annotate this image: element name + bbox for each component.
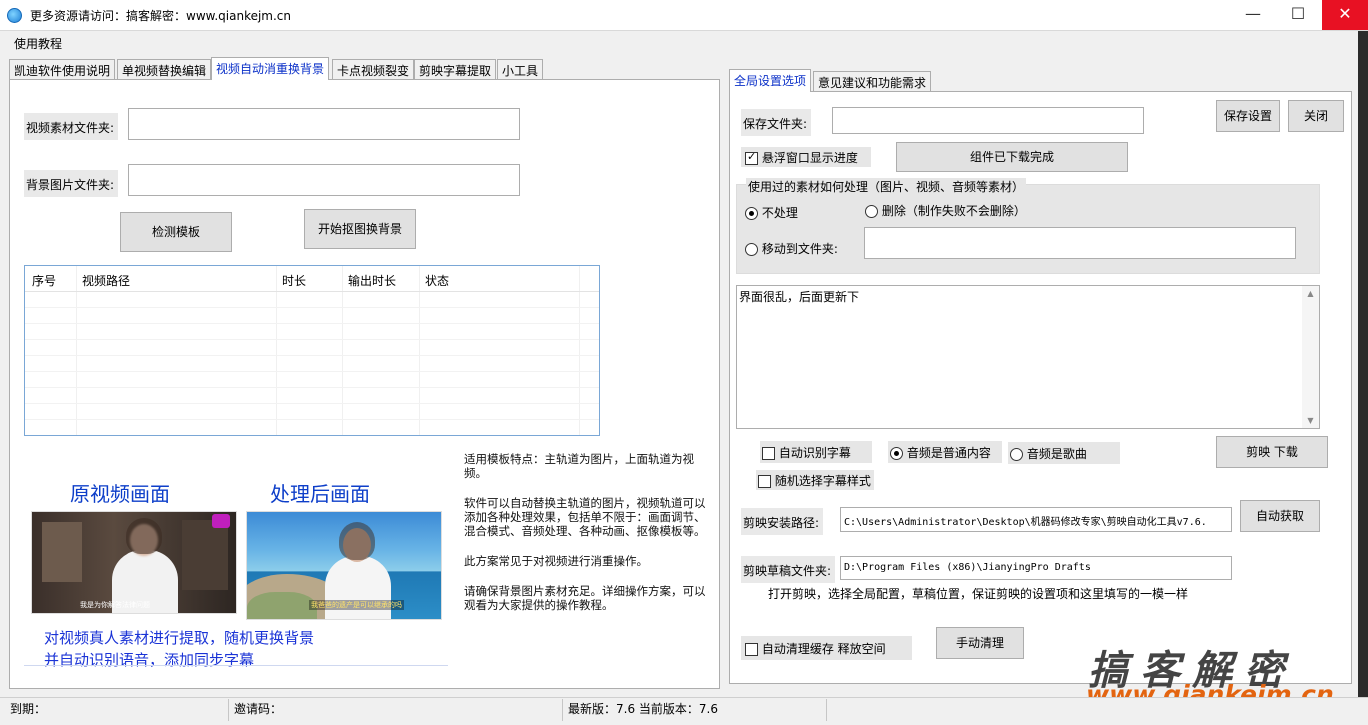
desc-line-1: 适用模板特点：主轨道为图片，上面轨道为视频。	[464, 452, 694, 480]
desc-line-4: 请确保背景图片素材充足。详细操作方案，可以观看为大家提供的操作教程。	[464, 584, 706, 612]
preview-illustration: 原视频画面 处理后画面 我是为你解答法律问题 我爸爸的遗产是可以继承的吗 对视频…	[24, 453, 448, 669]
grid-header-duration: 时长	[282, 274, 307, 288]
auto-subtitle-checkbox[interactable]: 自动识别字幕	[760, 441, 872, 463]
original-title: 原视频画面	[70, 482, 170, 506]
status-invite-code: 邀请码：	[234, 702, 283, 716]
random-subtitle-style-checkbox[interactable]: 随机选择字幕样式	[756, 470, 874, 490]
audio-normal-label: 音频是普通内容	[906, 446, 991, 460]
floating-progress-check[interactable]	[745, 150, 758, 165]
install-path-label: 剪映安装路径:	[741, 508, 824, 535]
tab-kaidi-guide[interactable]: 凯迪软件使用说明	[9, 59, 116, 80]
opt-no-action-label: 不处理	[761, 206, 798, 220]
video-folder-input[interactable]	[128, 108, 520, 140]
notes-text: 界面很乱，后面更新下	[739, 290, 860, 304]
jianying-config-hint: 打开剪映，选择全局配置，草稿位置，保证剪映的设置项和这里填写的一模一样	[768, 587, 1189, 601]
auto-clean-cache-label: 自动清理缓存 释放空间	[761, 642, 886, 656]
tab-global-settings[interactable]: 全局设置选项	[729, 69, 812, 92]
random-subtitle-style-label: 随机选择字幕样式	[774, 474, 871, 488]
maximize-button[interactable]: ☐	[1276, 0, 1320, 30]
audio-song-radio[interactable]	[1010, 448, 1023, 461]
menu-help[interactable]: 使用教程	[14, 35, 62, 52]
opt-delete-radio[interactable]	[865, 205, 878, 218]
scroll-up-icon[interactable]: ▲	[1302, 289, 1319, 298]
app-icon	[7, 8, 22, 23]
auto-subtitle-check[interactable]	[762, 447, 775, 460]
auto-clean-cache-check[interactable]	[745, 643, 758, 656]
random-subtitle-style-check[interactable]	[758, 475, 771, 488]
opt-move[interactable]: 移动到文件夹:	[745, 240, 838, 257]
audio-normal-option[interactable]: 音频是普通内容	[888, 441, 1002, 463]
opt-no-action-radio[interactable]	[745, 207, 758, 220]
move-folder-input[interactable]	[864, 227, 1296, 259]
window-edge-strip	[1358, 31, 1368, 697]
auto-subtitle-label: 自动识别字幕	[778, 446, 851, 460]
notes-scrollbar[interactable]: ▲ ▼	[1302, 286, 1319, 428]
window-title: 更多资源请访问：搞客解密：www.qiankejm.cn	[30, 9, 292, 23]
notes-textarea[interactable]: 界面很乱，后面更新下 ▲ ▼	[736, 285, 1320, 429]
audio-song-label: 音频是歌曲	[1026, 447, 1087, 461]
audio-normal-radio[interactable]	[890, 447, 903, 460]
tab-beat-video-split[interactable]: 卡点视频裂变	[332, 59, 415, 80]
draft-folder-input[interactable]: D:\Program Files (x86)\JianyingPro Draft…	[840, 556, 1232, 580]
bg-folder-input[interactable]	[128, 164, 520, 196]
grid-header-path: 视频路径	[82, 274, 131, 288]
opt-move-label: 移动到文件夹:	[761, 242, 838, 256]
desc-line-3: 此方案常见于对视频进行消重操作。	[464, 554, 648, 568]
minimize-button[interactable]: —	[1231, 0, 1275, 30]
floating-progress-label: 悬浮窗口显示进度	[761, 151, 858, 165]
close-settings-button[interactable]: 关闭	[1288, 100, 1344, 132]
template-description: 适用模板特点：主轨道为图片，上面轨道为视频。 软件可以自动替换主轨道的图片，视频…	[464, 452, 706, 612]
desc-line-2: 软件可以自动替换主轨道的图片，视频轨道可以添加各种处理效果，包括单不限于：画面调…	[464, 496, 706, 538]
original-frame: 我是为你解答法律问题	[31, 511, 237, 614]
install-path-input[interactable]: C:\Users\Administrator\Desktop\机器码修改专家\剪…	[840, 507, 1232, 532]
material-handling-title: 使用过的素材如何处理（图片、视频、音频等素材）	[746, 178, 1027, 195]
auto-get-button[interactable]: 自动获取	[1240, 500, 1320, 532]
original-subtitle: 我是为你解答法律问题	[80, 601, 150, 609]
video-grid[interactable]: 序号 视频路径 时长 输出时长 状态	[24, 265, 600, 436]
grid-header-status: 状态	[425, 274, 450, 288]
opt-no-action[interactable]: 不处理	[745, 204, 798, 221]
close-button[interactable]: ✕	[1322, 0, 1368, 30]
start-matting-button[interactable]: 开始抠图换背景	[304, 209, 416, 249]
opt-move-radio[interactable]	[745, 243, 758, 256]
bg-folder-label: 背景图片文件夹:	[24, 170, 119, 197]
audio-song-option[interactable]: 音频是歌曲	[1008, 442, 1120, 464]
processed-frame: 我爸爸的遗产是可以继承的吗	[246, 511, 442, 620]
tab-jianying-subtitle-extract[interactable]: 剪映字幕提取	[414, 59, 497, 80]
detect-template-button[interactable]: 检测模板	[120, 212, 232, 252]
status-expiry: 到期：	[10, 702, 47, 716]
tab-tools[interactable]: 小工具	[497, 59, 544, 80]
processed-subtitle: 我爸爸的遗产是可以继承的吗	[309, 600, 404, 610]
video-folder-label: 视频素材文件夹:	[24, 113, 119, 140]
caption-line-1: 对视频真人素材进行提取，随机更换背景	[44, 629, 315, 647]
tab-feedback[interactable]: 意见建议和功能需求	[813, 71, 932, 92]
processed-title: 处理后画面	[270, 482, 370, 506]
scroll-down-icon[interactable]: ▼	[1302, 416, 1319, 425]
grid-header-output-duration: 输出时长	[348, 274, 397, 288]
save-settings-button[interactable]: 保存设置	[1216, 100, 1280, 132]
save-folder-label: 保存文件夹:	[741, 109, 812, 136]
tab-auto-dedupe-background[interactable]: 视频自动消重换背景	[211, 57, 330, 80]
components-downloaded-button[interactable]: 组件已下载完成	[896, 142, 1128, 172]
manual-clean-button[interactable]: 手动清理	[936, 627, 1024, 659]
opt-delete[interactable]: 删除（制作失败不会删除）	[865, 202, 1026, 219]
save-folder-input[interactable]	[832, 107, 1144, 134]
grid-header-index: 序号	[32, 274, 57, 288]
menu-bar	[0, 31, 1368, 53]
floating-progress-checkbox[interactable]: 悬浮窗口显示进度	[741, 147, 871, 167]
draft-folder-label: 剪映草稿文件夹:	[741, 556, 836, 583]
jianying-download-button[interactable]: 剪映 下载	[1216, 436, 1328, 468]
tab-single-video-edit[interactable]: 单视频替换编辑	[117, 59, 212, 80]
auto-clean-cache-checkbox[interactable]: 自动清理缓存 释放空间	[741, 636, 912, 660]
opt-delete-label: 删除（制作失败不会删除）	[881, 204, 1026, 218]
status-version: 最新版：7.6 当前版本：7.6	[568, 702, 718, 716]
caption-line-2: 并自动识别语音，添加同步字幕	[44, 651, 255, 669]
